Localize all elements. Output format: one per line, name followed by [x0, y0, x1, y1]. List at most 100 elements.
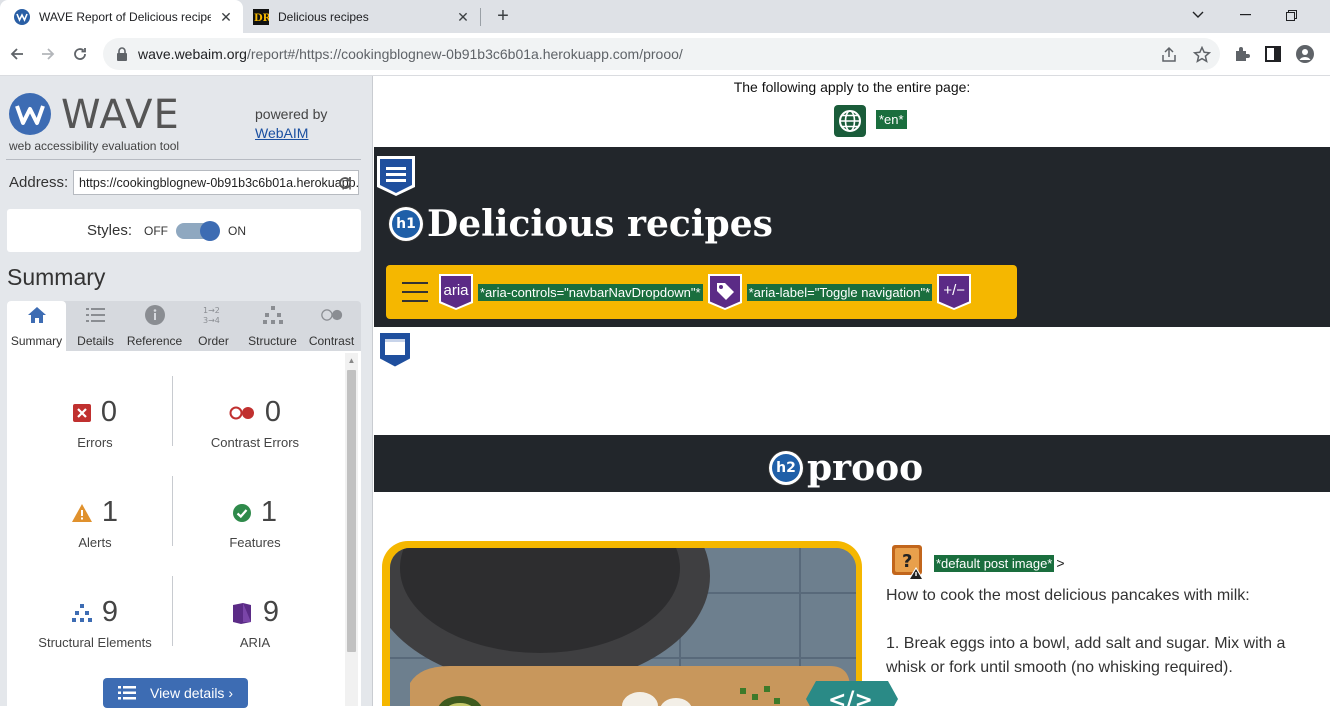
side-panel-icon[interactable]	[1264, 45, 1282, 63]
info-icon	[144, 304, 166, 326]
code-tag-icon[interactable]: </>	[806, 679, 898, 706]
alerts-label: Alerts	[78, 535, 112, 550]
tab-details[interactable]: Details	[66, 301, 125, 351]
minimize-button[interactable]	[1222, 0, 1268, 30]
contrast-errors-stat[interactable]: 0 Contrast Errors	[180, 396, 330, 450]
hamburger-menu-icon[interactable]	[402, 282, 428, 302]
aria-label-tag: *aria-label="Toggle navigation"*	[746, 283, 933, 301]
errors-count: 0	[100, 396, 118, 428]
close-tab-icon[interactable]: ✕	[455, 9, 471, 25]
post-step-1: 1. Break eggs into a bowl, add salt and …	[886, 635, 1286, 676]
tab-search-button[interactable]	[1175, 0, 1221, 30]
order-icon: 1→2 3→4	[203, 304, 225, 326]
divider	[172, 376, 173, 446]
aria-badge-text: aria	[443, 281, 469, 299]
url-path: /report#/https://cookingblognew-0b91b3c6…	[246, 46, 683, 62]
image-alt-row: ? *default post image* >	[890, 545, 1065, 581]
restore-button[interactable]	[1268, 0, 1314, 30]
page-level-notice: The following apply to the entire page:	[733, 79, 971, 95]
structure-icon	[262, 304, 284, 326]
main-landmark-icon[interactable]	[377, 330, 413, 370]
alt-tag-suffix: >	[1056, 555, 1065, 571]
lock-icon	[117, 47, 127, 61]
address-bar[interactable]: wave.webaim.org/report#/https://cookingb…	[103, 38, 1220, 70]
profile-avatar-icon[interactable]	[1296, 45, 1314, 63]
wave-logo-text: WAVE	[61, 92, 180, 138]
header-landmark-icon[interactable]	[376, 155, 416, 197]
tab-reference[interactable]: Reference	[125, 301, 184, 351]
styles-off-label: OFF	[144, 223, 169, 238]
aria-cube-icon	[231, 602, 253, 624]
tab-order[interactable]: 1→2 3→4 Order	[184, 301, 243, 351]
post-title-text[interactable]: prooo	[807, 447, 923, 489]
address-input[interactable]: https://cookingblognew-0b91b3c6b01a.hero…	[73, 170, 359, 195]
aria-stat[interactable]: 9 ARIA	[180, 596, 330, 650]
tab-structure[interactable]: Structure	[243, 301, 302, 351]
new-tab-button[interactable]: +	[491, 5, 515, 29]
svg-text:1→2: 1→2	[203, 306, 220, 315]
styles-on-label: ON	[228, 223, 247, 238]
contrast-error-icon	[229, 406, 255, 420]
post-image	[390, 548, 856, 706]
alt-suspicious-alert-icon[interactable]: ?	[890, 545, 926, 581]
features-stat[interactable]: 1 Features	[180, 496, 330, 550]
aria-label-tag-icon[interactable]	[707, 273, 743, 311]
bookmark-star-icon[interactable]	[1193, 46, 1211, 64]
aria-expanded-text: +/−	[943, 281, 966, 299]
divider	[172, 476, 173, 546]
share-icon[interactable]	[1160, 46, 1178, 64]
h1-badge-icon[interactable]: h1	[389, 207, 423, 241]
tab-label: Structure	[248, 334, 297, 348]
feature-check-icon	[232, 503, 251, 522]
styles-label: Styles:	[87, 222, 133, 239]
tab-label: Order	[198, 334, 229, 348]
structural-stat[interactable]: 9 Structural Elements	[20, 596, 170, 650]
webaim-link[interactable]: WebAIM	[255, 125, 308, 141]
h2-badge-icon[interactable]: h2	[769, 451, 803, 485]
navbar: aria *aria-controls="navbarNavDropdown"*…	[386, 265, 1017, 319]
reload-button[interactable]	[67, 41, 93, 67]
structure-icon	[71, 603, 92, 622]
aria-count: 9	[262, 596, 280, 628]
code-tag-text: </>	[828, 688, 873, 706]
contrast-errors-label: Contrast Errors	[210, 435, 300, 450]
tab-summary[interactable]: Summary	[7, 301, 66, 351]
svg-text:DR: DR	[254, 13, 269, 24]
dr-favicon-icon: DR	[253, 8, 269, 25]
styles-toggle[interactable]	[176, 220, 221, 241]
post-intro: How to cook the most delicious pancakes …	[886, 587, 1250, 604]
forward-button[interactable]	[35, 41, 61, 67]
alerts-stat[interactable]: 1 Alerts	[20, 496, 170, 550]
aria-badge-icon[interactable]: aria	[438, 273, 474, 311]
structural-count: 9	[101, 596, 119, 628]
styles-toggle-panel: Styles: OFF ON	[7, 209, 361, 252]
h2-badge-text: h2	[772, 454, 800, 482]
site-header: h1 Delicious recipes aria *aria-controls…	[374, 147, 1330, 327]
tab-delicious-recipes[interactable]: DR Delicious recipes ✕	[243, 0, 480, 33]
view-details-label: View details ›	[149, 685, 233, 701]
extensions-icon[interactable]	[1233, 45, 1251, 63]
address-label: Address:	[9, 174, 69, 191]
errors-label: Errors	[77, 435, 113, 450]
annotated-page: The following apply to the entire page: …	[374, 76, 1330, 706]
main-region	[374, 327, 1330, 435]
wave-favicon-icon	[14, 8, 30, 25]
language-globe-icon[interactable]	[834, 105, 866, 137]
errors-stat[interactable]: 0 Errors	[20, 396, 170, 450]
back-button[interactable]	[4, 41, 30, 67]
tab-contrast[interactable]: Contrast	[302, 301, 361, 351]
aria-expanded-icon[interactable]: +/−	[936, 273, 972, 311]
close-tab-icon[interactable]: ✕	[218, 9, 234, 25]
site-title-text[interactable]: Delicious recipes	[427, 203, 773, 245]
language-tag: *en*	[876, 110, 907, 129]
svg-text:3→4: 3→4	[203, 316, 220, 325]
powered-by-label: powered by	[255, 106, 328, 122]
tab-title: WAVE Report of Delicious recipe	[39, 9, 211, 24]
structural-label: Structural Elements	[38, 635, 152, 650]
tab-wave-report[interactable]: WAVE Report of Delicious recipe ✕	[0, 0, 243, 33]
scroll-thumb[interactable]	[347, 370, 356, 652]
view-details-button[interactable]: View details ›	[103, 678, 248, 708]
refresh-icon[interactable]	[337, 175, 353, 191]
url-host: wave.webaim.org	[138, 46, 247, 62]
scroll-up-arrow-icon[interactable]: ▲	[347, 356, 356, 365]
